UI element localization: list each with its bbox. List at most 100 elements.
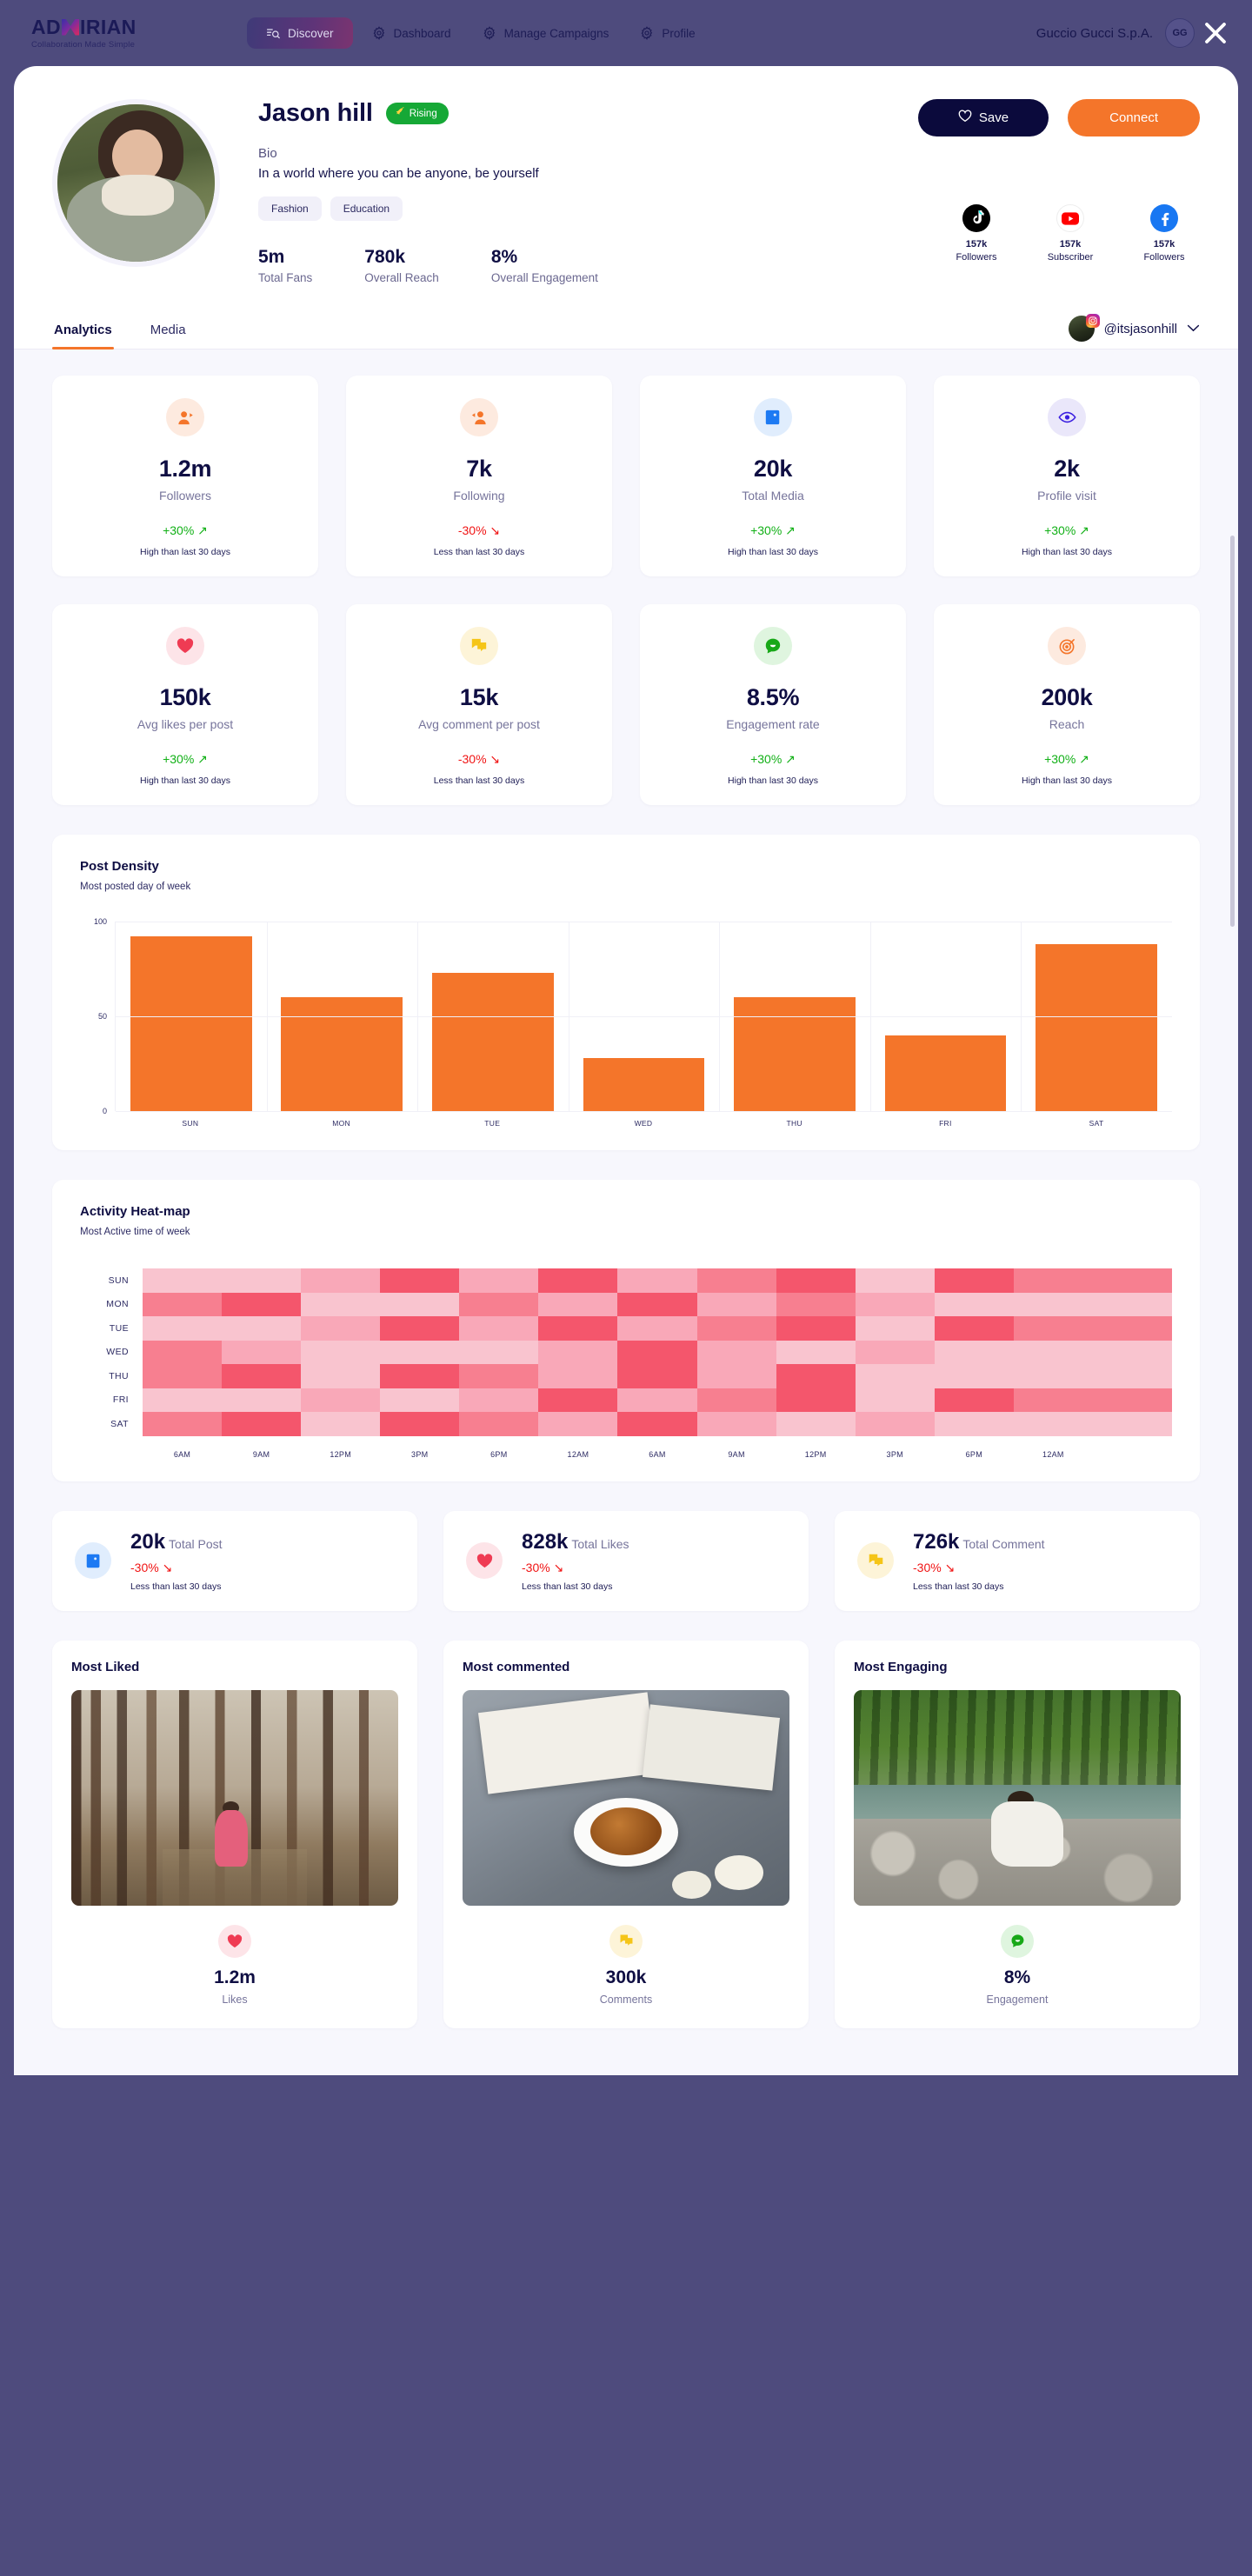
- heatmap-cell[interactable]: [934, 1340, 1014, 1364]
- heatmap-cell[interactable]: [380, 1412, 460, 1436]
- heatmap-cell[interactable]: [696, 1268, 776, 1293]
- heatmap-cell[interactable]: [222, 1292, 302, 1316]
- heatmap-cell[interactable]: [222, 1340, 302, 1364]
- heatmap-cell[interactable]: [696, 1292, 776, 1316]
- heatmap-cell[interactable]: [301, 1388, 381, 1412]
- heatmap-cell[interactable]: [776, 1268, 856, 1293]
- connect-button[interactable]: Connect: [1068, 99, 1200, 136]
- heatmap-cell[interactable]: [934, 1292, 1014, 1316]
- heatmap-cell[interactable]: [696, 1364, 776, 1388]
- heatmap-cell[interactable]: [222, 1388, 302, 1412]
- heatmap-cell[interactable]: [459, 1388, 539, 1412]
- heatmap-cell[interactable]: [143, 1292, 223, 1316]
- heatmap-cell[interactable]: [380, 1316, 460, 1341]
- heatmap-cell[interactable]: [459, 1364, 539, 1388]
- heatmap-cell[interactable]: [1013, 1292, 1093, 1316]
- heatmap-cell[interactable]: [143, 1364, 223, 1388]
- heatmap-cell[interactable]: [1092, 1388, 1172, 1412]
- tag-education[interactable]: Education: [330, 196, 403, 221]
- heatmap-cell[interactable]: [617, 1412, 697, 1436]
- heatmap-cell[interactable]: [459, 1292, 539, 1316]
- heatmap-cell[interactable]: [1092, 1268, 1172, 1293]
- heatmap-cell[interactable]: [143, 1412, 223, 1436]
- heatmap-cell[interactable]: [1092, 1340, 1172, 1364]
- heatmap-cell[interactable]: [222, 1316, 302, 1341]
- heatmap-cell[interactable]: [1013, 1268, 1093, 1293]
- heatmap-cell[interactable]: [855, 1268, 935, 1293]
- tab-media[interactable]: Media: [149, 314, 188, 349]
- media-card-image[interactable]: [71, 1689, 398, 1906]
- heatmap-cell[interactable]: [143, 1316, 223, 1341]
- heatmap-cell[interactable]: [380, 1268, 460, 1293]
- heatmap-cell[interactable]: [459, 1412, 539, 1436]
- heatmap-cell[interactable]: [855, 1340, 935, 1364]
- nav-item-dashboard[interactable]: Dashboard: [360, 17, 463, 49]
- heatmap-cell[interactable]: [380, 1340, 460, 1364]
- save-button[interactable]: Save: [917, 99, 1049, 136]
- heatmap-cell[interactable]: [855, 1316, 935, 1341]
- heatmap-cell[interactable]: [459, 1316, 539, 1341]
- heatmap-cell[interactable]: [934, 1268, 1014, 1293]
- heatmap-cell[interactable]: [301, 1268, 381, 1293]
- heatmap-cell[interactable]: [1092, 1364, 1172, 1388]
- heatmap-cell[interactable]: [617, 1388, 697, 1412]
- page-scrollbar-thumb[interactable]: [1230, 536, 1235, 927]
- app-logo[interactable]: AD IRIAN Collaboration Made Simple: [31, 17, 223, 50]
- heatmap-cell[interactable]: [855, 1292, 935, 1316]
- heatmap-cell[interactable]: [538, 1292, 618, 1316]
- tab-analytics[interactable]: Analytics: [52, 314, 114, 349]
- heatmap-cell[interactable]: [301, 1340, 381, 1364]
- heatmap-cell[interactable]: [1013, 1316, 1093, 1341]
- nav-item-profile[interactable]: Profile: [628, 17, 707, 49]
- heatmap-cell[interactable]: [222, 1364, 302, 1388]
- close-button[interactable]: [1196, 14, 1235, 52]
- heatmap-cell[interactable]: [538, 1412, 618, 1436]
- heatmap-cell[interactable]: [617, 1292, 697, 1316]
- heatmap-cell[interactable]: [934, 1388, 1014, 1412]
- heatmap-cell[interactable]: [934, 1364, 1014, 1388]
- media-card-image[interactable]: [854, 1689, 1181, 1906]
- heatmap-cell[interactable]: [776, 1388, 856, 1412]
- heatmap-cell[interactable]: [538, 1340, 618, 1364]
- heatmap-cell[interactable]: [538, 1316, 618, 1341]
- social-youtube[interactable]: 157k Subscriber: [1038, 204, 1102, 264]
- heatmap-cell[interactable]: [459, 1268, 539, 1293]
- heatmap-cell[interactable]: [301, 1292, 381, 1316]
- heatmap-cell[interactable]: [934, 1412, 1014, 1436]
- heatmap-cell[interactable]: [1092, 1412, 1172, 1436]
- org-avatar[interactable]: GG: [1165, 18, 1195, 48]
- heatmap-cell[interactable]: [934, 1316, 1014, 1341]
- heatmap-cell[interactable]: [301, 1364, 381, 1388]
- tag-fashion[interactable]: Fashion: [258, 196, 322, 221]
- heatmap-cell[interactable]: [776, 1364, 856, 1388]
- heatmap-cell[interactable]: [143, 1388, 223, 1412]
- heatmap-cell[interactable]: [380, 1364, 460, 1388]
- heatmap-cell[interactable]: [855, 1388, 935, 1412]
- heatmap-cell[interactable]: [143, 1268, 223, 1293]
- social-facebook[interactable]: 157k Followers: [1132, 204, 1196, 264]
- heatmap-cell[interactable]: [1092, 1292, 1172, 1316]
- heatmap-cell[interactable]: [380, 1388, 460, 1412]
- heatmap-cell[interactable]: [538, 1388, 618, 1412]
- heatmap-cell[interactable]: [776, 1316, 856, 1341]
- heatmap-cell[interactable]: [459, 1340, 539, 1364]
- account-selector[interactable]: @itsjasonhill: [1068, 314, 1200, 349]
- heatmap-cell[interactable]: [1013, 1412, 1093, 1436]
- heatmap-cell[interactable]: [1092, 1316, 1172, 1341]
- media-card-image[interactable]: [463, 1689, 789, 1906]
- heatmap-cell[interactable]: [301, 1412, 381, 1436]
- heatmap-cell[interactable]: [696, 1388, 776, 1412]
- heatmap-cell[interactable]: [696, 1340, 776, 1364]
- heatmap-cell[interactable]: [617, 1316, 697, 1341]
- heatmap-cell[interactable]: [776, 1412, 856, 1436]
- heatmap-cell[interactable]: [776, 1292, 856, 1316]
- heatmap-cell[interactable]: [222, 1268, 302, 1293]
- heatmap-cell[interactable]: [301, 1316, 381, 1341]
- heatmap-cell[interactable]: [1013, 1388, 1093, 1412]
- heatmap-cell[interactable]: [776, 1340, 856, 1364]
- heatmap-cell[interactable]: [617, 1268, 697, 1293]
- heatmap-cell[interactable]: [538, 1268, 618, 1293]
- heatmap-cell[interactable]: [696, 1316, 776, 1341]
- heatmap-cell[interactable]: [222, 1412, 302, 1436]
- heatmap-cell[interactable]: [1013, 1364, 1093, 1388]
